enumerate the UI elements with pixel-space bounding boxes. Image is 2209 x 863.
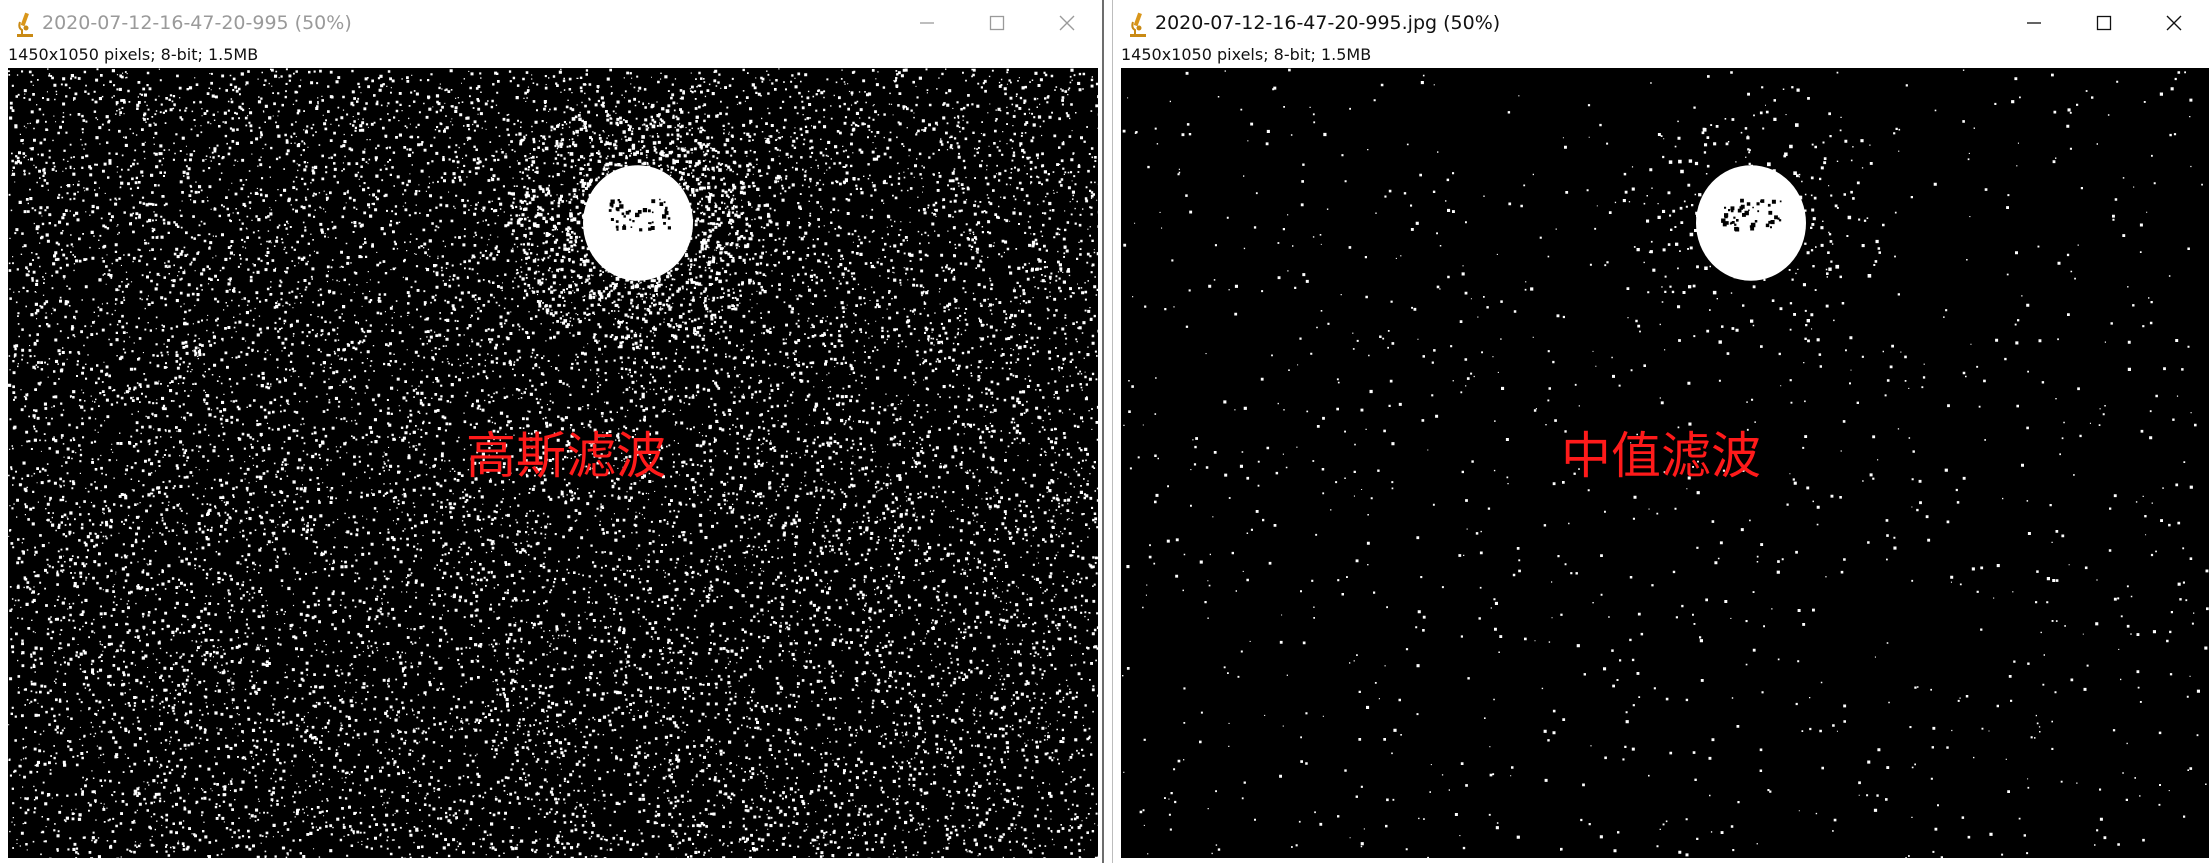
image-canvas[interactable]: 中值滤波 xyxy=(1121,68,2209,858)
title-bar[interactable]: 2020-07-12-16-47-20-995 (50%) xyxy=(0,0,1102,46)
minimize-button[interactable] xyxy=(1999,0,2069,46)
close-button[interactable] xyxy=(1032,0,1102,46)
close-icon xyxy=(1059,15,1075,31)
minimize-button[interactable] xyxy=(892,0,962,46)
filter-label: 高斯滤波 xyxy=(466,427,666,485)
microscope-icon xyxy=(1127,10,1149,38)
window-title: 2020-07-12-16-47-20-995 (50%) xyxy=(42,12,352,34)
maximize-icon xyxy=(2096,15,2112,31)
microscope-icon xyxy=(14,10,36,38)
window-controls xyxy=(1999,0,2209,46)
window-controls xyxy=(892,0,1102,46)
image-canvas[interactable]: 高斯滤波 xyxy=(8,68,1098,858)
window-title: 2020-07-12-16-47-20-995.jpg (50%) xyxy=(1155,12,1501,34)
maximize-icon xyxy=(989,15,1005,31)
title-bar[interactable]: 2020-07-12-16-47-20-995.jpg (50%) xyxy=(1113,0,2209,46)
image-info: 1450x1050 pixels; 8-bit; 1.5MB xyxy=(1121,45,1372,64)
bright-spot xyxy=(583,165,693,281)
minimize-icon xyxy=(2027,22,2041,24)
filter-label: 中值滤波 xyxy=(1561,427,1761,485)
image-info: 1450x1050 pixels; 8-bit; 1.5MB xyxy=(8,45,259,64)
maximize-button[interactable] xyxy=(2069,0,2139,46)
close-button[interactable] xyxy=(2139,0,2209,46)
close-icon xyxy=(2166,15,2182,31)
maximize-button[interactable] xyxy=(962,0,1032,46)
image-window-left[interactable]: 2020-07-12-16-47-20-995 (50%) 1450x1050 … xyxy=(0,0,1104,863)
image-window-right[interactable]: 2020-07-12-16-47-20-995.jpg (50%) 1450x1… xyxy=(1112,0,2209,863)
minimize-icon xyxy=(920,22,934,24)
